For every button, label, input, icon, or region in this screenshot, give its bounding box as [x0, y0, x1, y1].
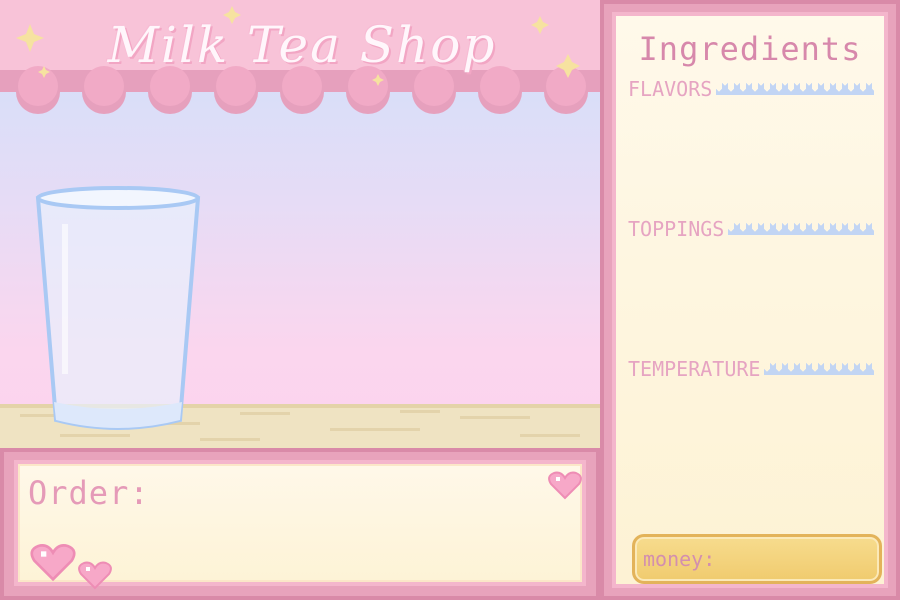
toppings-label: Toppings — [628, 217, 725, 241]
zigzag-divider — [716, 83, 874, 95]
temperature-section-header[interactable]: Temperature — [628, 357, 874, 381]
heart-icon — [78, 561, 112, 590]
flavors-label: Flavors — [628, 77, 713, 101]
shop-scene: Milk Tea Shop — [0, 0, 600, 448]
toppings-section-header[interactable]: Toppings — [628, 217, 874, 241]
money-label: money: — [643, 547, 716, 571]
flavors-section-header[interactable]: Flavors — [628, 77, 874, 101]
ingredients-title: Ingredients — [638, 30, 862, 68]
ingredients-box: Ingredients Flavors Toppings Temperature… — [612, 12, 888, 588]
shop-title: Milk Tea Shop — [107, 16, 497, 74]
empty-cup[interactable] — [34, 184, 202, 434]
order-panel: Order: — [0, 448, 600, 600]
order-label: Order: — [28, 474, 150, 512]
temperature-label: Temperature — [628, 357, 761, 381]
ingredients-panel: Ingredients Flavors Toppings Temperature… — [600, 0, 900, 600]
zigzag-divider — [764, 363, 874, 375]
money-display: money: — [632, 534, 882, 584]
heart-icon — [30, 544, 76, 582]
order-box: Order: — [14, 460, 586, 590]
heart-icon — [548, 471, 582, 500]
zigzag-divider — [728, 223, 874, 235]
